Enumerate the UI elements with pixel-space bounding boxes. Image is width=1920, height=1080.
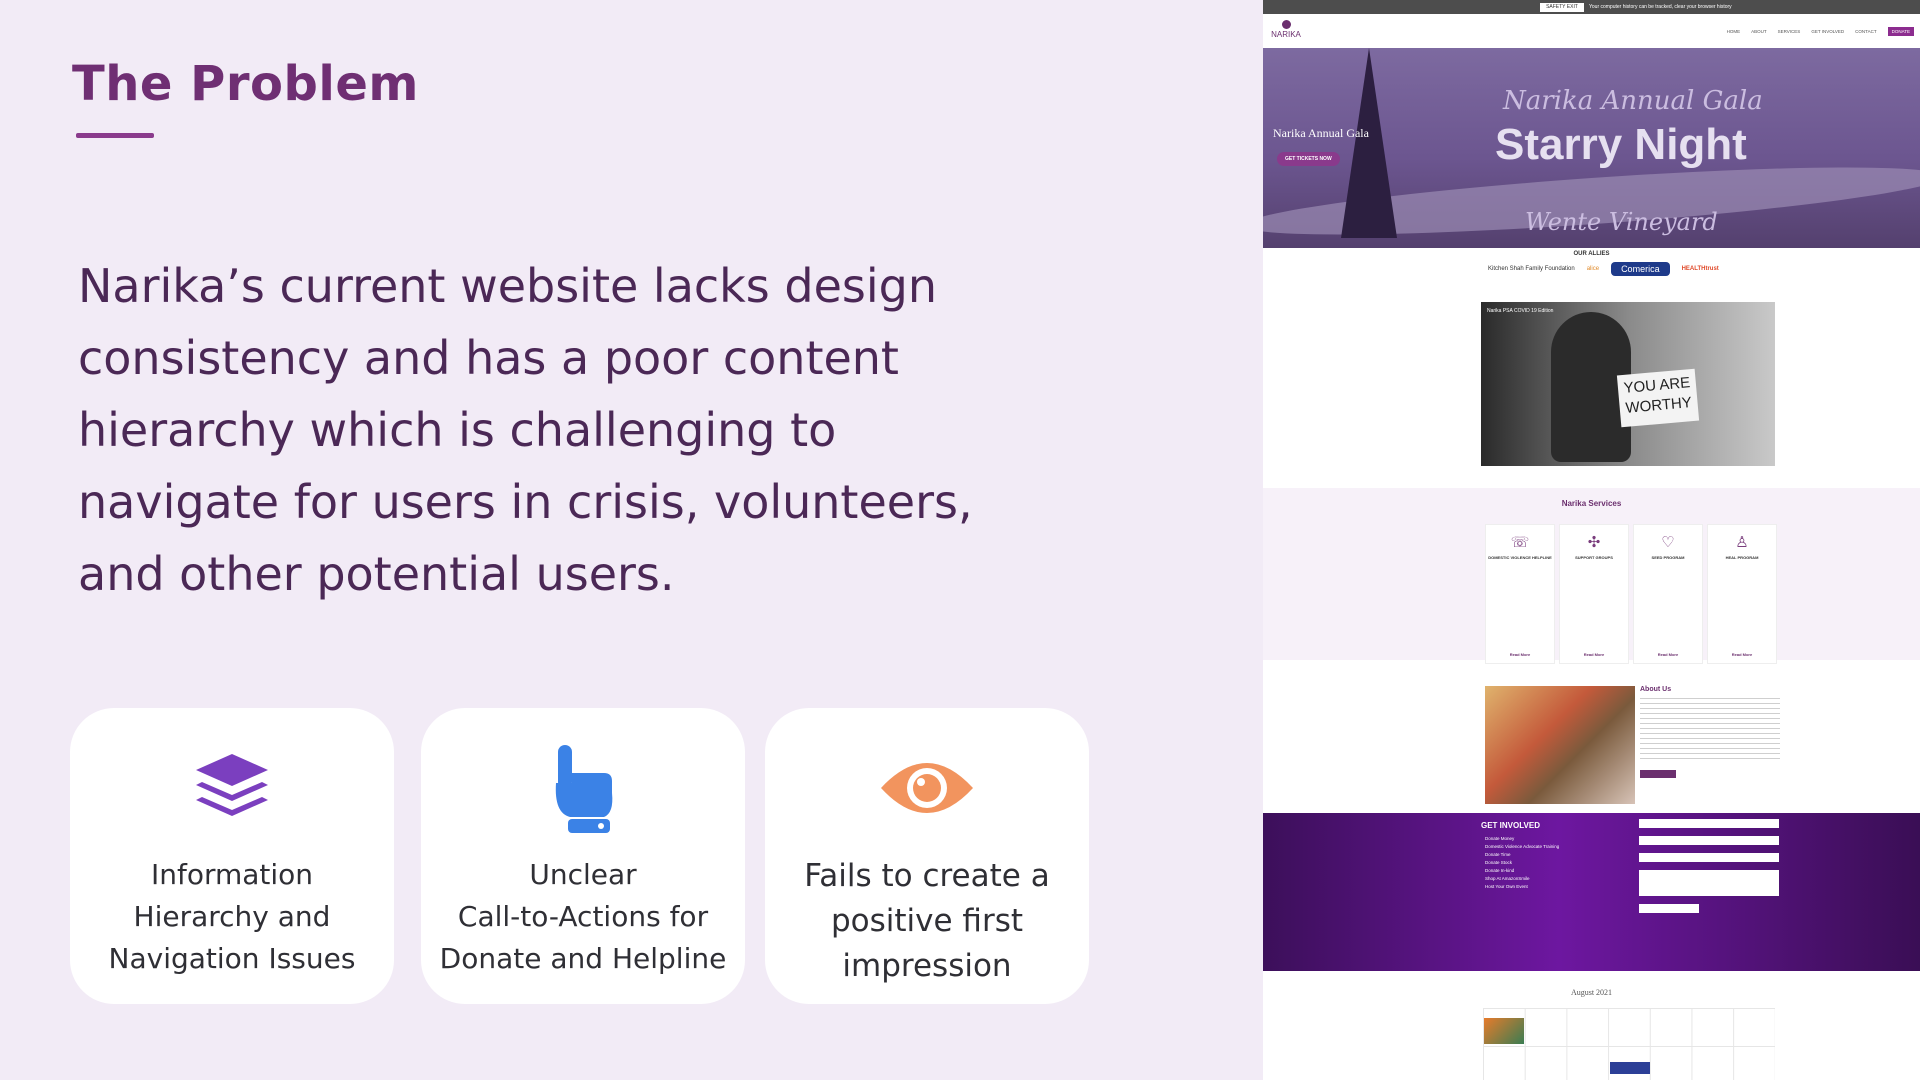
involved-item[interactable]: Donate Stock xyxy=(1485,859,1559,867)
form-field[interactable] xyxy=(1639,819,1779,828)
layers-icon xyxy=(182,738,282,838)
phone-icon: ☏ xyxy=(1510,534,1530,551)
hero-venue: Wente Vineyard xyxy=(1525,208,1718,236)
get-involved-section: GET INVOLVED Donate Money Domestic Viole… xyxy=(1263,813,1920,971)
group-icon: ✣ xyxy=(1587,534,1601,551)
alert-text: Your computer history can be tracked, cl… xyxy=(1589,4,1732,10)
hero-banner: Narika Annual Gala Starry Night Wente Vi… xyxy=(1263,48,1920,248)
service-card[interactable]: ♙ HEAL PROGRAM Read More xyxy=(1707,524,1777,664)
allies-logos: Kitchen Shah Family Foundation alice Com… xyxy=(1488,262,1719,276)
site-logo[interactable]: NARIKA xyxy=(1271,20,1301,44)
involved-item[interactable]: Domestic Violence Advocate Training xyxy=(1485,843,1559,851)
problem-statement: Narika’s current website lacks design co… xyxy=(78,259,973,601)
alert-bar: SAFETY EXIT Your computer history can be… xyxy=(1263,0,1920,14)
about-photo-collage xyxy=(1485,686,1635,804)
card-label: Fails to create a positive first impress… xyxy=(804,858,1050,984)
nav-menu: HOME ABOUT SERVICES GET INVOLVED CONTACT… xyxy=(1727,27,1914,36)
involved-item[interactable]: Host Your Own Event xyxy=(1485,883,1559,891)
involved-item[interactable]: Donate Money xyxy=(1485,835,1559,843)
ally-logo: HEALTHtrust xyxy=(1681,266,1719,272)
nav-home[interactable]: HOME xyxy=(1727,29,1741,34)
nav-get-involved[interactable]: GET INVOLVED xyxy=(1811,29,1844,34)
read-more-link[interactable]: Read More xyxy=(1486,652,1554,657)
logo-mark-icon xyxy=(1281,20,1291,29)
calendar-event[interactable] xyxy=(1484,1018,1524,1044)
safety-exit-button[interactable]: SAFETY EXIT xyxy=(1540,3,1584,12)
logo-text: NARIKA xyxy=(1271,30,1301,39)
ally-logo: Kitchen Shah Family Foundation xyxy=(1488,266,1575,272)
page-title: The Problem xyxy=(72,56,419,112)
read-more-link[interactable]: Read More xyxy=(1708,652,1776,657)
nav-contact[interactable]: CONTACT xyxy=(1855,29,1876,34)
hero-script-title: Narika Annual Gala xyxy=(1503,86,1763,116)
service-name: DOMESTIC VIOLENCE HELPLINE xyxy=(1488,555,1552,560)
involved-item[interactable]: Shop At AmazonSmile xyxy=(1485,875,1559,883)
title-underline xyxy=(76,133,154,138)
pointer-hand-icon xyxy=(533,738,633,838)
video-embed[interactable]: Narika PSA COVID 19 Edition YOU ARE WORT… xyxy=(1481,302,1775,466)
service-card[interactable]: ✣ SUPPORT GROUPS Read More xyxy=(1559,524,1629,664)
read-more-link[interactable]: Read More xyxy=(1560,652,1628,657)
seed-icon: ♡ xyxy=(1661,534,1675,551)
hero-side-title: Narika Annual Gala xyxy=(1273,126,1369,140)
issue-card-impression: Fails to create a positive first impress… xyxy=(765,708,1089,1004)
services-title: Narika Services xyxy=(1561,499,1622,508)
card-label: Unclear Call-to-Actions for Donate and H… xyxy=(439,858,727,975)
involved-title: GET INVOLVED xyxy=(1481,821,1540,830)
allies-title: OUR ALLIES xyxy=(1573,251,1610,257)
involved-item[interactable]: Donate In-kind xyxy=(1485,867,1559,875)
form-field[interactable] xyxy=(1639,870,1779,896)
service-name: SUPPORT GROUPS xyxy=(1575,555,1613,560)
service-name: SEED PROGRAM xyxy=(1651,555,1685,560)
service-card[interactable]: ☏ DOMESTIC VIOLENCE HELPLINE Read More xyxy=(1485,524,1555,664)
involved-item[interactable]: Donate Time xyxy=(1485,851,1559,859)
nav-donate-button[interactable]: DONATE xyxy=(1887,27,1914,36)
involved-list: Donate Money Domestic Violence Advocate … xyxy=(1485,835,1559,891)
about-text-block xyxy=(1640,698,1780,760)
nav-about[interactable]: ABOUT xyxy=(1751,29,1767,34)
form-field[interactable] xyxy=(1639,904,1699,913)
issue-card-hierarchy: Information Hierarchy and Navigation Iss… xyxy=(70,708,394,1004)
hero-headline: Starry Night xyxy=(1495,120,1747,169)
form-field[interactable] xyxy=(1639,836,1779,845)
nav-services[interactable]: SERVICES xyxy=(1778,29,1801,34)
card-label: Information Hierarchy and Navigation Iss… xyxy=(108,858,356,975)
calendar-event[interactable] xyxy=(1610,1062,1650,1074)
site-navbar: NARIKA HOME ABOUT SERVICES GET INVOLVED … xyxy=(1263,14,1920,48)
meditation-icon: ♙ xyxy=(1735,534,1749,551)
service-card[interactable]: ♡ SEED PROGRAM Read More xyxy=(1633,524,1703,664)
ally-logo: Comerica xyxy=(1611,262,1670,276)
video-title: Narika PSA COVID 19 Edition xyxy=(1487,308,1554,314)
hero-spire xyxy=(1341,48,1397,238)
calendar-title: August 2021 xyxy=(1570,988,1613,997)
video-sign: YOU ARE WORTHY xyxy=(1616,368,1700,428)
about-read-more-button[interactable] xyxy=(1640,770,1676,778)
get-tickets-button[interactable]: GET TICKETS NOW xyxy=(1277,152,1340,166)
form-field[interactable] xyxy=(1639,853,1779,862)
eye-icon xyxy=(877,738,977,838)
issue-card-cta: Unclear Call-to-Actions for Donate and H… xyxy=(421,708,745,1004)
ally-logo: alice xyxy=(1586,266,1600,272)
service-name: HEAL PROGRAM xyxy=(1725,555,1759,560)
involved-form xyxy=(1639,819,1779,923)
about-title: About Us xyxy=(1640,686,1672,693)
read-more-link[interactable]: Read More xyxy=(1634,652,1702,657)
website-screenshot: SAFETY EXIT Your computer history can be… xyxy=(1263,0,1920,1080)
